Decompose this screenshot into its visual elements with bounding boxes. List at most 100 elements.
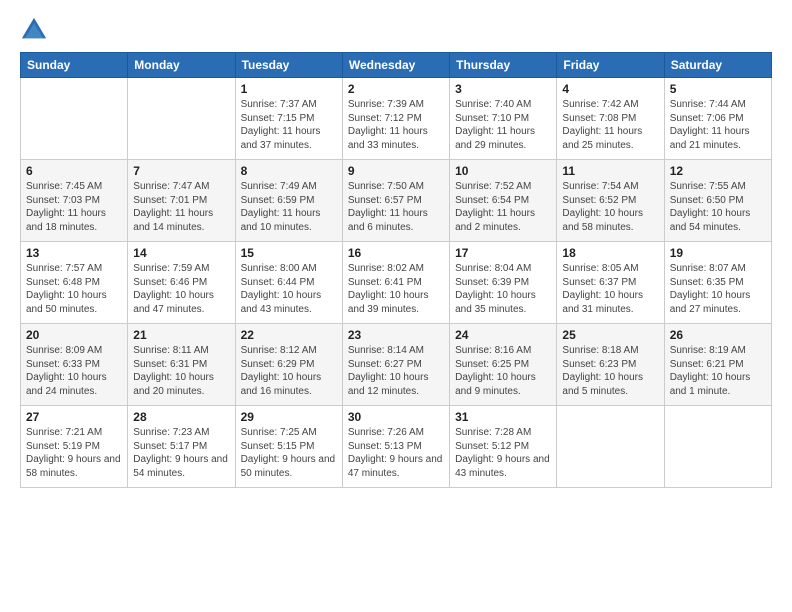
day-number: 16	[348, 246, 444, 260]
calendar-cell	[128, 78, 235, 160]
calendar-cell: 13 Sunrise: 7:57 AM Sunset: 6:48 PM Dayli…	[21, 242, 128, 324]
calendar-cell: 29 Sunrise: 7:25 AM Sunset: 5:15 PM Dayli…	[235, 406, 342, 488]
day-number: 31	[455, 410, 551, 424]
day-info: Sunrise: 7:52 AM Sunset: 6:54 PM Dayligh…	[455, 180, 551, 234]
day-number: 14	[133, 246, 229, 260]
calendar-week-row: 27 Sunrise: 7:21 AM Sunset: 5:19 PM Dayli…	[21, 406, 772, 488]
day-number: 5	[670, 82, 766, 96]
day-info: Sunrise: 7:45 AM Sunset: 7:03 PM Dayligh…	[26, 180, 122, 234]
day-info: Sunrise: 7:26 AM Sunset: 5:13 PM Dayligh…	[348, 426, 444, 480]
day-number: 15	[241, 246, 337, 260]
logo	[20, 16, 52, 44]
day-number: 17	[455, 246, 551, 260]
calendar-header-tuesday: Tuesday	[235, 53, 342, 78]
calendar-header-monday: Monday	[128, 53, 235, 78]
day-info: Sunrise: 8:07 AM Sunset: 6:35 PM Dayligh…	[670, 262, 766, 316]
day-number: 1	[241, 82, 337, 96]
calendar-cell: 28Sunrise: 7:23 AM Sunset: 5:17 PM Dayli…	[128, 406, 235, 488]
calendar-cell: 15 Sunrise: 8:00 AM Sunset: 6:44 PM Dayli…	[235, 242, 342, 324]
calendar-cell: 27 Sunrise: 7:21 AM Sunset: 5:19 PM Dayli…	[21, 406, 128, 488]
calendar-cell: 22 Sunrise: 8:12 AM Sunset: 6:29 PM Dayli…	[235, 324, 342, 406]
calendar-cell	[21, 78, 128, 160]
day-number: 29	[241, 410, 337, 424]
calendar-cell: 24 Sunrise: 8:16 AM Sunset: 6:25 PM Dayli…	[450, 324, 557, 406]
page: SundayMondayTuesdayWednesdayThursdayFrid…	[0, 0, 792, 498]
calendar-header-sunday: Sunday	[21, 53, 128, 78]
calendar-cell	[664, 406, 771, 488]
day-info: Sunrise: 8:04 AM Sunset: 6:39 PM Dayligh…	[455, 262, 551, 316]
calendar-cell: 9 Sunrise: 7:50 AM Sunset: 6:57 PM Daylig…	[342, 160, 449, 242]
day-info: Sunrise: 8:16 AM Sunset: 6:25 PM Dayligh…	[455, 344, 551, 398]
calendar-cell: 21Sunrise: 8:11 AM Sunset: 6:31 PM Dayli…	[128, 324, 235, 406]
day-number: 9	[348, 164, 444, 178]
calendar-cell: 19 Sunrise: 8:07 AM Sunset: 6:35 PM Dayli…	[664, 242, 771, 324]
calendar-header-friday: Friday	[557, 53, 664, 78]
day-info: Sunrise: 8:19 AM Sunset: 6:21 PM Dayligh…	[670, 344, 766, 398]
day-info: Sunrise: 8:00 AM Sunset: 6:44 PM Dayligh…	[241, 262, 337, 316]
calendar-header-saturday: Saturday	[664, 53, 771, 78]
calendar-cell: 10 Sunrise: 7:52 AM Sunset: 6:54 PM Dayli…	[450, 160, 557, 242]
day-info: Sunrise: 7:47 AM Sunset: 7:01 PM Dayligh…	[133, 180, 229, 234]
day-info: Sunrise: 8:12 AM Sunset: 6:29 PM Dayligh…	[241, 344, 337, 398]
calendar-cell: 7 Sunrise: 7:47 AM Sunset: 7:01 PM Daylig…	[128, 160, 235, 242]
day-info: Sunrise: 7:54 AM Sunset: 6:52 PM Dayligh…	[562, 180, 658, 234]
calendar-cell: 3 Sunrise: 7:40 AM Sunset: 7:10 PM Daylig…	[450, 78, 557, 160]
day-info: Sunrise: 7:21 AM Sunset: 5:19 PM Dayligh…	[26, 426, 122, 480]
day-info: Sunrise: 7:40 AM Sunset: 7:10 PM Dayligh…	[455, 98, 551, 152]
day-info: Sunrise: 7:37 AM Sunset: 7:15 PM Dayligh…	[241, 98, 337, 152]
day-number: 4	[562, 82, 658, 96]
calendar-cell: 14 Sunrise: 7:59 AM Sunset: 6:46 PM Dayli…	[128, 242, 235, 324]
day-info: Sunrise: 7:59 AM Sunset: 6:46 PM Dayligh…	[133, 262, 229, 316]
day-info: Sunrise: 7:25 AM Sunset: 5:15 PM Dayligh…	[241, 426, 337, 480]
day-number: 13	[26, 246, 122, 260]
calendar-cell: 11 Sunrise: 7:54 AM Sunset: 6:52 PM Dayli…	[557, 160, 664, 242]
day-number: 19	[670, 246, 766, 260]
calendar-week-row: 20 Sunrise: 8:09 AM Sunset: 6:33 PM Dayli…	[21, 324, 772, 406]
day-info: Sunrise: 8:05 AM Sunset: 6:37 PM Dayligh…	[562, 262, 658, 316]
calendar-week-row: 6Sunrise: 7:45 AM Sunset: 7:03 PM Daylig…	[21, 160, 772, 242]
day-number: 23	[348, 328, 444, 342]
day-info: Sunrise: 7:28 AM Sunset: 5:12 PM Dayligh…	[455, 426, 551, 480]
day-number: 11	[562, 164, 658, 178]
day-number: 26	[670, 328, 766, 342]
calendar-cell: 25 Sunrise: 8:18 AM Sunset: 6:23 PM Dayli…	[557, 324, 664, 406]
day-number: 7	[133, 164, 229, 178]
day-info: Sunrise: 8:09 AM Sunset: 6:33 PM Dayligh…	[26, 344, 122, 398]
day-info: Sunrise: 7:44 AM Sunset: 7:06 PM Dayligh…	[670, 98, 766, 152]
day-info: Sunrise: 8:11 AM Sunset: 6:31 PM Dayligh…	[133, 344, 229, 398]
calendar-cell: 1 Sunrise: 7:37 AM Sunset: 7:15 PM Daylig…	[235, 78, 342, 160]
header	[20, 16, 772, 44]
calendar-cell: 2 Sunrise: 7:39 AM Sunset: 7:12 PM Daylig…	[342, 78, 449, 160]
day-info: Sunrise: 7:49 AM Sunset: 6:59 PM Dayligh…	[241, 180, 337, 234]
calendar-cell: 17 Sunrise: 8:04 AM Sunset: 6:39 PM Dayli…	[450, 242, 557, 324]
day-info: Sunrise: 7:50 AM Sunset: 6:57 PM Dayligh…	[348, 180, 444, 234]
calendar-cell: 23Sunrise: 8:14 AM Sunset: 6:27 PM Dayli…	[342, 324, 449, 406]
day-info: Sunrise: 8:18 AM Sunset: 6:23 PM Dayligh…	[562, 344, 658, 398]
calendar-week-row: 1 Sunrise: 7:37 AM Sunset: 7:15 PM Daylig…	[21, 78, 772, 160]
day-number: 3	[455, 82, 551, 96]
day-info: Sunrise: 7:42 AM Sunset: 7:08 PM Dayligh…	[562, 98, 658, 152]
day-number: 25	[562, 328, 658, 342]
day-number: 20	[26, 328, 122, 342]
calendar-cell: 5 Sunrise: 7:44 AM Sunset: 7:06 PM Daylig…	[664, 78, 771, 160]
day-number: 10	[455, 164, 551, 178]
calendar-header-thursday: Thursday	[450, 53, 557, 78]
calendar-cell: 12Sunrise: 7:55 AM Sunset: 6:50 PM Dayli…	[664, 160, 771, 242]
calendar-cell: 8Sunrise: 7:49 AM Sunset: 6:59 PM Daylig…	[235, 160, 342, 242]
calendar-cell: 16 Sunrise: 8:02 AM Sunset: 6:41 PM Dayli…	[342, 242, 449, 324]
day-number: 30	[348, 410, 444, 424]
day-number: 18	[562, 246, 658, 260]
day-info: Sunrise: 7:57 AM Sunset: 6:48 PM Dayligh…	[26, 262, 122, 316]
calendar-table: SundayMondayTuesdayWednesdayThursdayFrid…	[20, 52, 772, 488]
day-number: 24	[455, 328, 551, 342]
calendar-cell: 4 Sunrise: 7:42 AM Sunset: 7:08 PM Daylig…	[557, 78, 664, 160]
day-info: Sunrise: 7:55 AM Sunset: 6:50 PM Dayligh…	[670, 180, 766, 234]
day-number: 2	[348, 82, 444, 96]
day-number: 22	[241, 328, 337, 342]
day-info: Sunrise: 7:23 AM Sunset: 5:17 PM Dayligh…	[133, 426, 229, 480]
day-info: Sunrise: 8:02 AM Sunset: 6:41 PM Dayligh…	[348, 262, 444, 316]
calendar-cell: 18 Sunrise: 8:05 AM Sunset: 6:37 PM Dayli…	[557, 242, 664, 324]
calendar-cell: 26 Sunrise: 8:19 AM Sunset: 6:21 PM Dayli…	[664, 324, 771, 406]
day-number: 27	[26, 410, 122, 424]
day-info: Sunrise: 7:39 AM Sunset: 7:12 PM Dayligh…	[348, 98, 444, 152]
